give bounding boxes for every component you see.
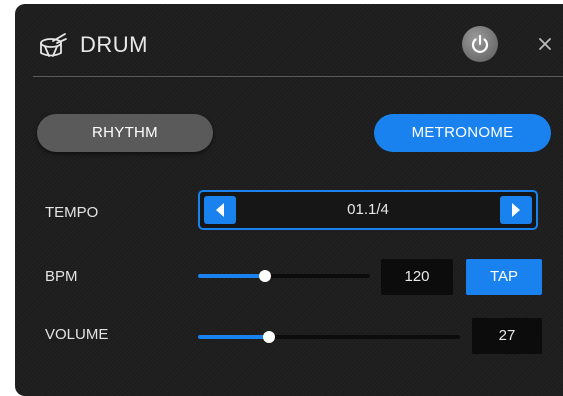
- metronome-mode-button[interactable]: METRONOME: [374, 114, 551, 152]
- window-title: DRUM: [80, 32, 148, 57]
- arrow-right-icon: [512, 203, 520, 217]
- bpm-value[interactable]: 120: [381, 259, 453, 295]
- volume-label: VOLUME: [45, 326, 109, 343]
- tap-button[interactable]: TAP: [466, 259, 542, 295]
- tempo-prev-button[interactable]: [204, 196, 236, 224]
- volume-slider[interactable]: [198, 330, 460, 344]
- volume-slider-knob[interactable]: [262, 331, 275, 343]
- close-button[interactable]: [531, 30, 559, 58]
- arrow-left-icon: [216, 203, 224, 217]
- close-icon: [539, 38, 551, 50]
- bpm-label: BPM: [45, 268, 78, 285]
- rhythm-mode-button[interactable]: RHYTHM: [37, 114, 213, 152]
- drum-icon: [38, 30, 68, 60]
- tempo-label: TEMPO: [45, 204, 99, 221]
- bpm-slider-knob[interactable]: [259, 270, 272, 282]
- tempo-selector: 01.1/4: [198, 190, 538, 230]
- volume-value[interactable]: 27: [472, 318, 542, 354]
- bpm-slider[interactable]: [198, 269, 370, 283]
- volume-slider-fill: [198, 335, 269, 339]
- bpm-slider-fill: [198, 274, 266, 278]
- power-icon: [471, 34, 489, 53]
- tempo-value: 01.1/4: [347, 201, 389, 218]
- tempo-next-button[interactable]: [500, 196, 532, 224]
- power-button[interactable]: [462, 26, 498, 62]
- header-divider: [33, 76, 563, 77]
